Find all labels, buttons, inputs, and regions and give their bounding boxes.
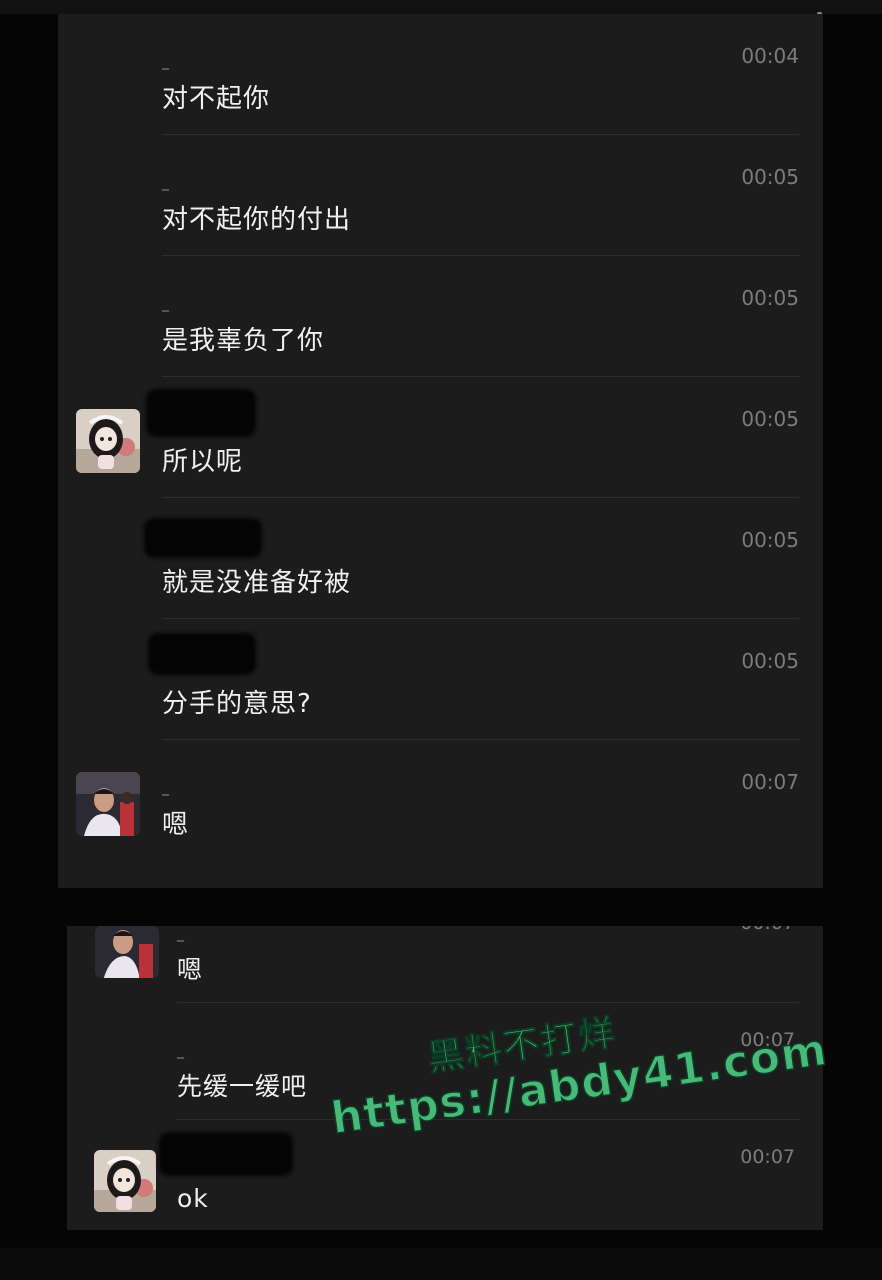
sender-name: _ (162, 780, 169, 796)
girl-avatar[interactable] (94, 1150, 156, 1212)
chat-row[interactable]: _ 先缓一缓吧 00:07 (67, 1003, 823, 1120)
chat-row[interactable]: _ 对不起你 00:04 (58, 14, 823, 135)
message-text: 对不起你 (162, 84, 271, 114)
message-time: 00:05 (741, 286, 799, 310)
redacted-name (159, 1132, 293, 1176)
sender-name: _ (162, 296, 169, 312)
message-text: 所以呢 (162, 447, 244, 477)
message-time: 00:07 (740, 926, 795, 934)
boy-avatar[interactable] (76, 772, 140, 836)
sender-name: _ (162, 54, 169, 70)
chat-row[interactable]: _ 对不起你的付出 00:05 (58, 135, 823, 256)
message-time: 00:04 (741, 44, 799, 68)
girl-avatar[interactable] (76, 409, 140, 473)
message-time: 00:05 (741, 649, 799, 673)
chat-row[interactable]: ok 00:07 (67, 1120, 823, 1230)
chat-row[interactable]: _ 嗯 00:07 (67, 926, 823, 1003)
sender-name: _ (177, 926, 184, 942)
chat-panel-bottom: _ 嗯 00:07 _ 先缓一缓吧 00:07 (67, 926, 823, 1230)
chat-row[interactable]: _ 嗯 00:07 (58, 740, 823, 861)
sender-name: _ (177, 1043, 184, 1059)
boy-avatar[interactable] (95, 926, 159, 978)
chat-row[interactable]: 就是没准备好被 00:05 (58, 498, 823, 619)
message-time: 00:07 (740, 1146, 795, 1168)
message-time: 00:07 (741, 770, 799, 794)
message-text: 对不起你的付出 (162, 205, 352, 235)
message-time: 00:05 (741, 528, 799, 552)
top-strip (0, 0, 882, 14)
chat-row[interactable]: 分手的意思? 00:05 (58, 619, 823, 740)
chat-panel-top: _ 对不起你 00:04 _ 对不起你的付出 00:05 _ 是我辜负了你 00… (58, 14, 823, 888)
redacted-name (148, 633, 256, 675)
message-text: 嗯 (162, 810, 190, 840)
sender-name: _ (162, 175, 169, 191)
message-time: 00:05 (741, 407, 799, 431)
redacted-name (146, 389, 256, 437)
chat-row[interactable]: 所以呢 00:05 (58, 377, 823, 498)
message-text: 嗯 (177, 955, 204, 984)
chat-row[interactable]: _ 是我辜负了你 00:05 (58, 256, 823, 377)
message-text: 是我辜负了你 (162, 326, 325, 356)
message-text: 先缓一缓吧 (177, 1072, 308, 1101)
redacted-name (144, 518, 262, 558)
message-text: 就是没准备好被 (162, 568, 352, 598)
message-text: 分手的意思? (162, 689, 312, 719)
message-text: ok (177, 1184, 209, 1213)
message-time: 00:07 (740, 1029, 795, 1051)
message-time: 00:05 (741, 165, 799, 189)
bottom-strip (0, 1248, 882, 1280)
